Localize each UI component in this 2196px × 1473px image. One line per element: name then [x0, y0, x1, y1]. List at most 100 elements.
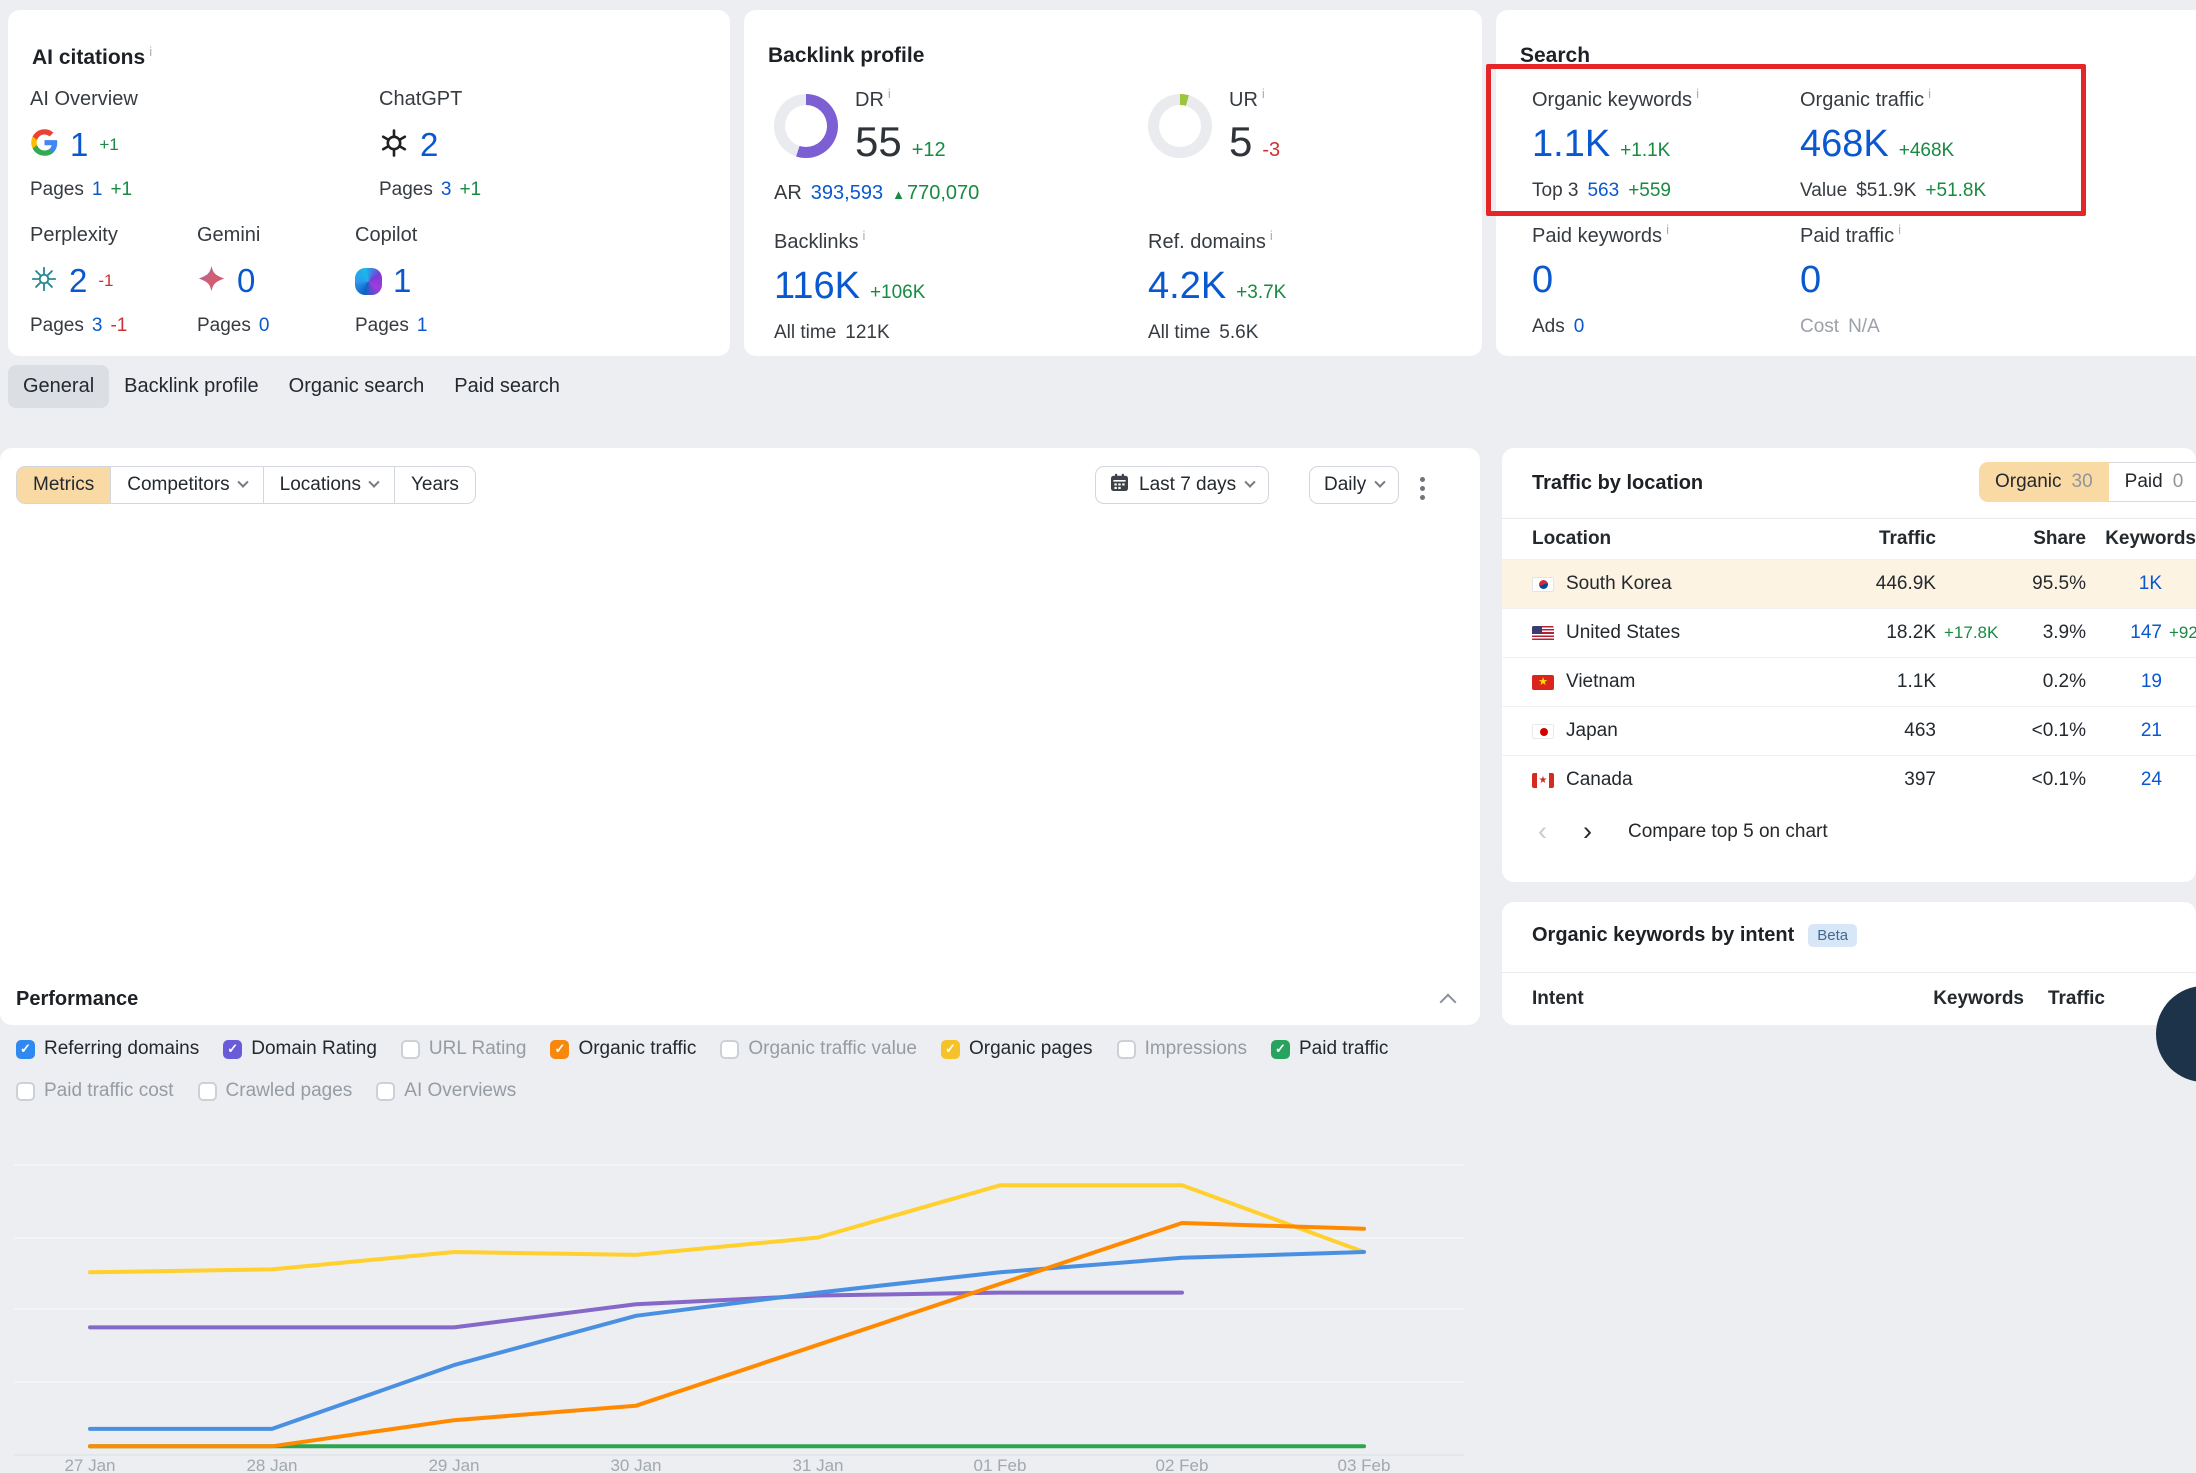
performance-chart[interactable]: 27 Jan28 Jan29 Jan30 Jan31 Jan01 Feb02 F…	[0, 1133, 1480, 1473]
date-range-label: Last 7 days	[1139, 474, 1236, 496]
pages-count[interactable]: 0	[259, 315, 270, 337]
years-segment[interactable]: Years	[394, 467, 475, 503]
info-icon[interactable]	[1270, 228, 1273, 243]
location-row-canada[interactable]: Canada 397 <0.1% 24	[1502, 755, 2196, 804]
info-icon[interactable]	[1262, 86, 1265, 101]
pages-count[interactable]: 3	[92, 315, 103, 337]
checkbox-referring-domains[interactable]: Referring domains	[16, 1038, 199, 1060]
column-location[interactable]: Location	[1532, 528, 1796, 550]
citations-delta: +1	[99, 135, 118, 155]
tab-backlink-profile[interactable]: Backlink profile	[109, 365, 274, 408]
chevron-down-icon	[237, 477, 248, 488]
more-options-kebab-button[interactable]	[1416, 473, 1429, 504]
traffic-by-location-title: Traffic by location	[1532, 472, 1703, 495]
locations-segment[interactable]: Locations	[263, 467, 394, 503]
tab-paid-search[interactable]: Paid search	[439, 365, 575, 408]
ref-domains-value[interactable]: 4.2K	[1148, 265, 1226, 308]
keywords-link[interactable]: 21	[2086, 720, 2162, 742]
share-value: 0.2%	[2000, 671, 2086, 693]
perplexity-icon	[30, 265, 58, 298]
column-traffic[interactable]: Traffic	[1796, 528, 1936, 550]
share-value: 95.5%	[2000, 573, 2086, 595]
backlink-profile-title: Backlink profile	[768, 44, 924, 68]
checkbox-icon	[1271, 1040, 1290, 1059]
keywords-link[interactable]: 24	[2086, 769, 2162, 791]
backlinks-value[interactable]: 116K	[774, 265, 860, 308]
ur-donut-chart	[1148, 94, 1212, 158]
info-icon[interactable]	[149, 44, 152, 59]
citations-count[interactable]: 1	[393, 262, 411, 300]
toggle-paid[interactable]: Paid0	[2109, 462, 2196, 502]
domain-rating-widget: DR 55+12	[774, 86, 946, 166]
alltime-label: All time	[774, 322, 836, 344]
checkbox-impressions[interactable]: Impressions	[1117, 1038, 1247, 1060]
competitors-segment[interactable]: Competitors	[110, 467, 262, 503]
checkbox-organic-traffic-value[interactable]: Organic traffic value	[720, 1038, 917, 1060]
info-icon[interactable]	[888, 86, 891, 101]
chart-mode-segmented-control: Metrics Competitors Locations Years	[16, 466, 476, 504]
checkbox-icon	[550, 1040, 569, 1059]
dr-label: DR	[855, 86, 946, 112]
tab-general[interactable]: General	[8, 365, 109, 408]
column-keywords[interactable]: Keywords	[2086, 528, 2196, 550]
paid-traffic-label: Paid traffic	[1800, 222, 2130, 248]
keywords-link[interactable]: 1K	[2086, 573, 2162, 595]
pages-count[interactable]: 1	[92, 179, 103, 201]
keywords-by-intent-title: Organic keywords by intent	[1532, 924, 1794, 947]
ar-value[interactable]: 393,593	[811, 182, 883, 205]
date-range-button[interactable]: Last 7 days	[1095, 466, 1269, 504]
location-row-south-korea[interactable]: South Korea 446.9K 95.5% 1K	[1502, 559, 2196, 608]
checkbox-paid-traffic[interactable]: Paid traffic	[1271, 1038, 1388, 1060]
ads-value[interactable]: 0	[1574, 316, 1585, 338]
checkbox-domain-rating[interactable]: Domain Rating	[223, 1038, 377, 1060]
checkbox-organic-pages[interactable]: Organic pages	[941, 1038, 1093, 1060]
cost-value: N/A	[1848, 316, 1880, 338]
paid-traffic-value[interactable]: 0	[1800, 259, 1821, 302]
checkbox-organic-traffic[interactable]: Organic traffic	[550, 1038, 696, 1060]
pages-count[interactable]: 1	[417, 315, 428, 337]
pages-count[interactable]: 3	[441, 179, 452, 201]
tab-organic-search[interactable]: Organic search	[274, 365, 440, 408]
metric-checkbox-row-2: Paid traffic cost Crawled pages AI Overv…	[16, 1080, 516, 1102]
paid-keywords-value[interactable]: 0	[1532, 259, 1553, 302]
location-row-vietnam[interactable]: Vietnam 1.1K 0.2% 19	[1502, 657, 2196, 706]
checkbox-paid-traffic-cost[interactable]: Paid traffic cost	[16, 1080, 174, 1102]
prev-page-icon[interactable]: ‹	[1538, 818, 1547, 845]
traffic-by-location-card: Traffic by location Organic30 Paid0 Loca…	[1502, 448, 2196, 882]
location-row-japan[interactable]: Japan 463 <0.1% 21	[1502, 706, 2196, 755]
gemini-icon	[197, 264, 226, 298]
dr-delta: +12	[912, 139, 946, 162]
column-intent: Intent	[1532, 988, 1909, 1010]
citations-count[interactable]: 2	[420, 126, 438, 164]
info-icon[interactable]	[1898, 222, 1901, 237]
checkbox-crawled-pages[interactable]: Crawled pages	[198, 1080, 353, 1102]
dr-donut-chart	[774, 94, 838, 158]
overview-page: AI citations AI Overview 1 +1 Pages1+1 C…	[0, 0, 2196, 1025]
info-icon[interactable]	[1666, 222, 1669, 237]
citations-count[interactable]: 1	[70, 126, 88, 164]
metrics-segment[interactable]: Metrics	[17, 467, 110, 503]
metric-label: ChatGPT	[379, 88, 589, 111]
citations-count[interactable]: 2	[69, 262, 87, 300]
info-icon[interactable]	[862, 228, 865, 243]
checkbox-url-rating[interactable]: URL Rating	[401, 1038, 527, 1060]
svg-text:31 Jan: 31 Jan	[792, 1456, 843, 1473]
checkbox-icon	[941, 1040, 960, 1059]
checkbox-icon	[198, 1082, 217, 1101]
keywords-link[interactable]: 147	[2086, 622, 2162, 644]
alltime-label: All time	[1148, 322, 1210, 344]
next-page-icon[interactable]: ›	[1583, 818, 1592, 845]
keywords-link[interactable]: 19	[2086, 671, 2162, 693]
share-value: <0.1%	[2000, 720, 2086, 742]
checkbox-ai-overviews[interactable]: AI Overviews	[376, 1080, 516, 1102]
collapse-chevron-up-icon[interactable]	[1440, 994, 1457, 1011]
ar-delta: 770,070	[892, 182, 979, 205]
column-share[interactable]: Share	[2000, 528, 2086, 550]
citations-count[interactable]: 0	[237, 262, 255, 300]
granularity-button[interactable]: Daily	[1309, 466, 1399, 504]
traffic-value: 446.9K	[1796, 573, 1936, 595]
ur-label: UR	[1229, 86, 1280, 112]
checkbox-icon	[1117, 1040, 1136, 1059]
toggle-organic[interactable]: Organic30	[1979, 462, 2109, 502]
location-row-united-states[interactable]: United States 18.2K +17.8K 3.9% 147 +92	[1502, 608, 2196, 657]
